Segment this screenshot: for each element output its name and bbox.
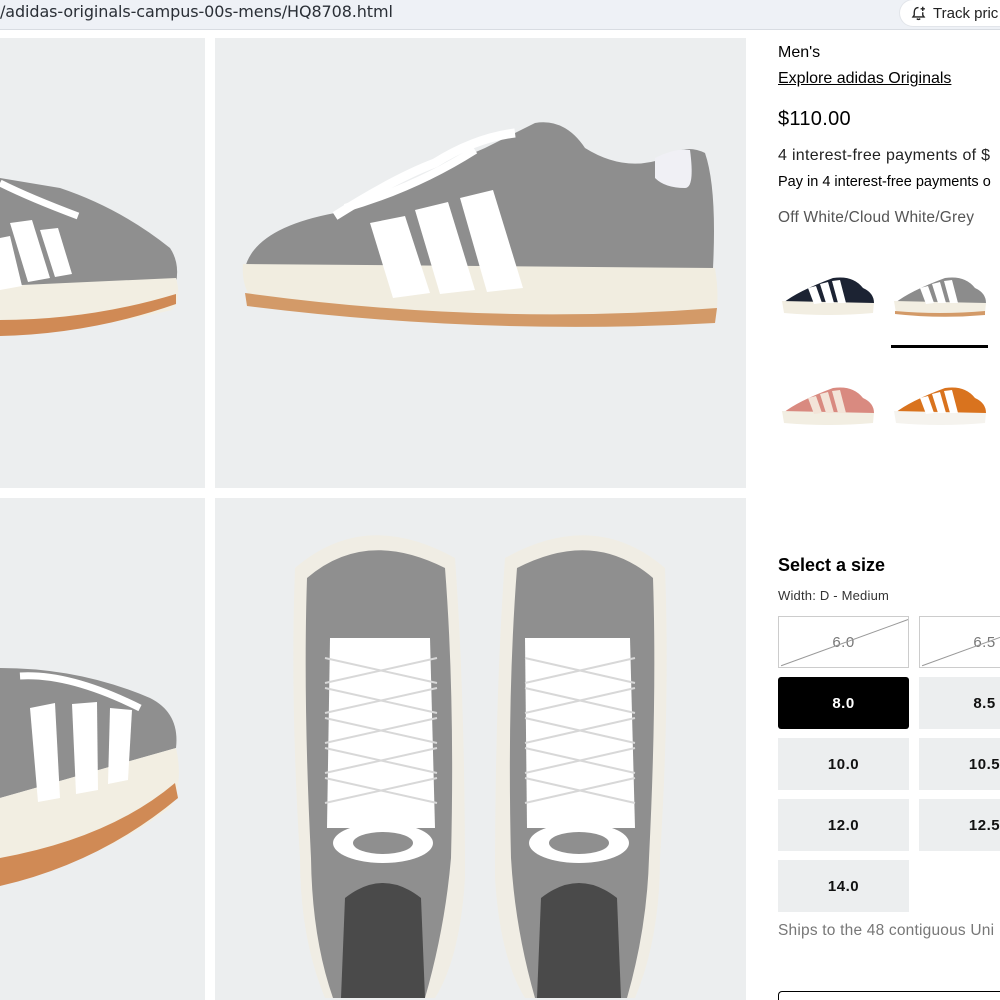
sneaker-thumbnail: [894, 277, 986, 317]
sneaker-image: [293, 535, 667, 998]
gallery-image-side[interactable]: [215, 38, 746, 488]
pay-in-4-text[interactable]: Pay in 4 interest-free payments o: [778, 174, 991, 190]
product-gallery: [0, 38, 746, 1000]
sneaker-thumbnail: [782, 387, 874, 425]
selected-swatch-indicator: [891, 345, 988, 348]
colorway-label: Off White/Cloud White/Grey: [778, 209, 975, 226]
size-label: 8.0: [832, 694, 855, 712]
color-swatch-grey[interactable]: [890, 263, 990, 333]
product-info-panel: Men's Explore adidas Originals $110.00 4…: [778, 38, 1000, 1000]
size-option-6-5[interactable]: 6.5: [919, 616, 1000, 668]
color-swatch-pink[interactable]: [778, 373, 878, 443]
size-option-10-5[interactable]: 10.5: [919, 738, 1000, 790]
installments-text: 4 interest-free payments of $: [778, 147, 991, 164]
size-label: 10.5: [968, 755, 1000, 773]
color-swatch-black[interactable]: [778, 263, 878, 333]
sneaker-image: [0, 668, 179, 886]
size-option-12-0[interactable]: 12.0: [778, 799, 909, 851]
url-text[interactable]: /adidas-originals-campus-00s-mens/HQ8708…: [0, 2, 393, 21]
size-label: 6.5: [973, 633, 996, 651]
explore-brand-link[interactable]: Explore adidas Originals: [778, 70, 951, 88]
gallery-image-side-left[interactable]: [0, 38, 205, 488]
select-size-heading: Select a size: [778, 555, 886, 575]
add-to-bag-button[interactable]: [778, 991, 1000, 1000]
gallery-image-top[interactable]: [215, 498, 746, 1000]
color-swatch-orange[interactable]: [890, 373, 990, 443]
size-label: 8.5: [973, 694, 996, 712]
product-gender: Men's: [778, 44, 821, 61]
sneaker-image: [242, 122, 718, 327]
size-label: 14.0: [827, 877, 860, 895]
width-label: Width: D - Medium: [778, 588, 890, 603]
bell-plus-icon: [911, 6, 926, 20]
sneaker-image: [0, 178, 179, 336]
size-label: 6.0: [832, 633, 855, 651]
size-label: 12.0: [827, 816, 860, 834]
sneaker-thumbnail: [782, 277, 874, 315]
gallery-image-back[interactable]: [0, 498, 205, 1000]
size-label: 10.0: [827, 755, 860, 773]
size-label: 12.5: [968, 816, 1000, 834]
size-option-10-0[interactable]: 10.0: [778, 738, 909, 790]
sneaker-thumbnail: [894, 387, 986, 425]
shipping-note: Ships to the 48 contiguous Uni: [778, 922, 995, 939]
size-option-6-0[interactable]: 6.0: [778, 616, 909, 668]
track-price-label: Track pric: [933, 4, 999, 22]
size-option-12-5[interactable]: 12.5: [919, 799, 1000, 851]
track-price-button[interactable]: Track pric: [900, 0, 1000, 26]
size-option-14-0[interactable]: 14.0: [778, 860, 909, 912]
size-option-8-5[interactable]: 8.5: [919, 677, 1000, 729]
address-bar[interactable]: /adidas-originals-campus-00s-mens/HQ8708…: [0, 0, 1000, 30]
product-price: $110.00: [778, 108, 851, 130]
size-option-8-0[interactable]: 8.0: [778, 677, 909, 729]
